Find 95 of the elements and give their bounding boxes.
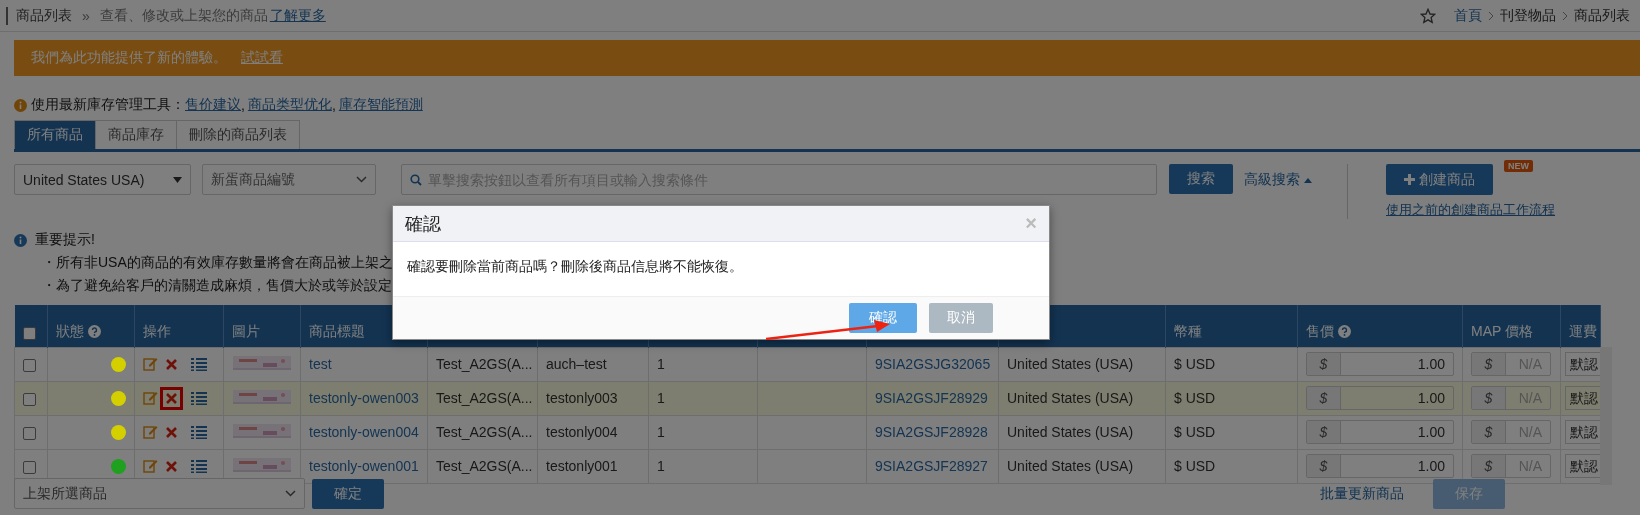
page-title: 商品列表 — [16, 6, 72, 25]
checkbox[interactable] — [23, 358, 36, 372]
try-it-link[interactable]: 試試看 — [241, 49, 283, 67]
column-header: 狀態 — [56, 322, 84, 341]
price-field[interactable]: $ 1.00 — [1306, 420, 1454, 444]
chevron-down-icon — [285, 490, 296, 497]
notice-text: ・所有非USA的商品的有效庫存數量將會在商品被上架之 — [42, 254, 393, 272]
chevron-icon — [1562, 10, 1568, 21]
comma: , — [331, 97, 336, 113]
old-workflow-link[interactable]: 使用之前的創建商品工作流程 — [1386, 201, 1555, 219]
table-cell: testonly001 — [546, 458, 618, 474]
table-cell: United States (USA) — [1007, 390, 1134, 406]
table-cell: 1 — [657, 458, 665, 474]
home-link[interactable]: 首頁 — [1454, 6, 1482, 25]
chevron-icon — [1488, 10, 1494, 21]
country-select[interactable]: United States USA) — [14, 164, 191, 195]
column-header: 幣種 — [1174, 322, 1202, 341]
column-header: 操作 — [143, 322, 171, 341]
table-cell: testonly003 — [546, 390, 618, 406]
bulk-update-link[interactable]: 批量更新商品 — [1320, 484, 1404, 503]
delete-icon[interactable] — [166, 460, 177, 472]
id-type-select[interactable]: 新蛋商品編號 — [202, 164, 376, 195]
table-cell: $ USD — [1174, 356, 1216, 372]
table-cell: United States (USA) — [1007, 458, 1134, 474]
table-cell: $ USD — [1174, 458, 1216, 474]
apply-button[interactable]: 確定 — [312, 478, 384, 509]
notice-text: ・為了避免給客戶的清關造成麻煩，售價大於或等於設定 — [42, 277, 392, 295]
product-title-link[interactable]: test — [309, 356, 332, 372]
star-icon[interactable] — [1420, 7, 1436, 24]
edit-icon[interactable] — [143, 425, 158, 439]
notice-title: 重要提示! — [35, 231, 95, 249]
tool-link[interactable]: 商品类型优化 — [247, 96, 332, 114]
new-badge: NEW — [1504, 160, 1533, 172]
list-icon[interactable] — [191, 357, 207, 371]
breadcrumb-item: 商品列表 — [1574, 6, 1630, 25]
column-header: 售價 — [1306, 322, 1334, 341]
info-icon — [14, 98, 27, 112]
search-button[interactable]: 搜索 — [1169, 164, 1233, 194]
column-header: 運費 — [1569, 322, 1597, 341]
tool-link[interactable]: 售价建议 — [185, 96, 241, 114]
search-icon — [410, 174, 422, 186]
breadcrumb-separator: » — [82, 7, 90, 24]
table-cell: Test_A2GS(A... — [436, 390, 533, 406]
info-icon — [14, 233, 27, 247]
caret-up-icon — [1304, 177, 1312, 183]
table-cell: testonly004 — [546, 424, 618, 440]
plus-icon — [1404, 174, 1415, 185]
breadcrumb-item: 刊登物品 — [1500, 6, 1556, 25]
price-field[interactable]: $ 1.00 — [1306, 352, 1454, 376]
learn-more-link[interactable]: 了解更多 — [269, 6, 326, 25]
bulk-action-select[interactable]: 上架所選商品 — [14, 478, 305, 509]
delete-icon[interactable] — [166, 426, 177, 438]
cancel-button[interactable]: 取消 — [929, 303, 993, 333]
create-product-button[interactable]: 創建商品 — [1386, 164, 1493, 195]
column-header: 商品標題 — [309, 322, 365, 341]
help-icon — [88, 325, 101, 338]
table-cell: auch–test — [546, 356, 607, 372]
tab[interactable]: 刪除的商品列表 — [176, 120, 300, 149]
tools-label: 使用最新庫存管理工具： — [31, 96, 185, 114]
table-cell: 1 — [657, 390, 665, 406]
list-icon[interactable] — [191, 425, 207, 439]
edit-icon[interactable] — [143, 357, 158, 371]
edit-icon[interactable] — [143, 459, 158, 473]
help-icon — [1338, 325, 1351, 338]
table-cell: United States (USA) — [1007, 424, 1134, 440]
dialog-title: 確認 — [405, 212, 441, 236]
price-field[interactable]: $ 1.00 — [1306, 386, 1454, 410]
column-header: 圖片 — [232, 322, 260, 341]
comma: , — [241, 97, 245, 113]
dialog-message: 確認要刪除當前商品嗎？刪除後商品信息將不能恢復。 — [407, 258, 743, 274]
price-field[interactable]: $ 1.00 — [1306, 454, 1454, 478]
edit-icon[interactable] — [143, 391, 158, 405]
table-cell: United States (USA) — [1007, 356, 1134, 372]
table-cell: Test_A2GS(A... — [436, 356, 533, 372]
close-button[interactable]: × — [1025, 212, 1037, 235]
tab[interactable]: 所有商品 — [14, 120, 96, 149]
list-icon[interactable] — [191, 391, 207, 405]
checkbox[interactable] — [23, 392, 36, 406]
table-cell: $ USD — [1174, 424, 1216, 440]
checkbox[interactable] — [22, 327, 36, 341]
list-icon[interactable] — [191, 459, 207, 473]
table-cell: $ USD — [1174, 390, 1216, 406]
caret-icon — [173, 176, 182, 183]
delete-icon[interactable] — [166, 358, 177, 370]
table-cell: Test_A2GS(A... — [436, 424, 533, 440]
checkbox[interactable] — [23, 426, 36, 440]
table-cell: 1 — [657, 356, 665, 372]
chevron-down-icon — [356, 176, 367, 183]
tool-link[interactable]: 庫存智能預測 — [338, 96, 423, 114]
checkbox[interactable] — [23, 460, 36, 474]
table-cell: Test_A2GS(A... — [436, 458, 533, 474]
banner-text: 我們為此功能提供了新的體驗。 — [31, 49, 227, 67]
column-header: MAP 價格 — [1471, 322, 1533, 341]
advanced-search-toggle[interactable]: 高級搜索 — [1244, 171, 1312, 189]
table-cell: 1 — [657, 424, 665, 440]
